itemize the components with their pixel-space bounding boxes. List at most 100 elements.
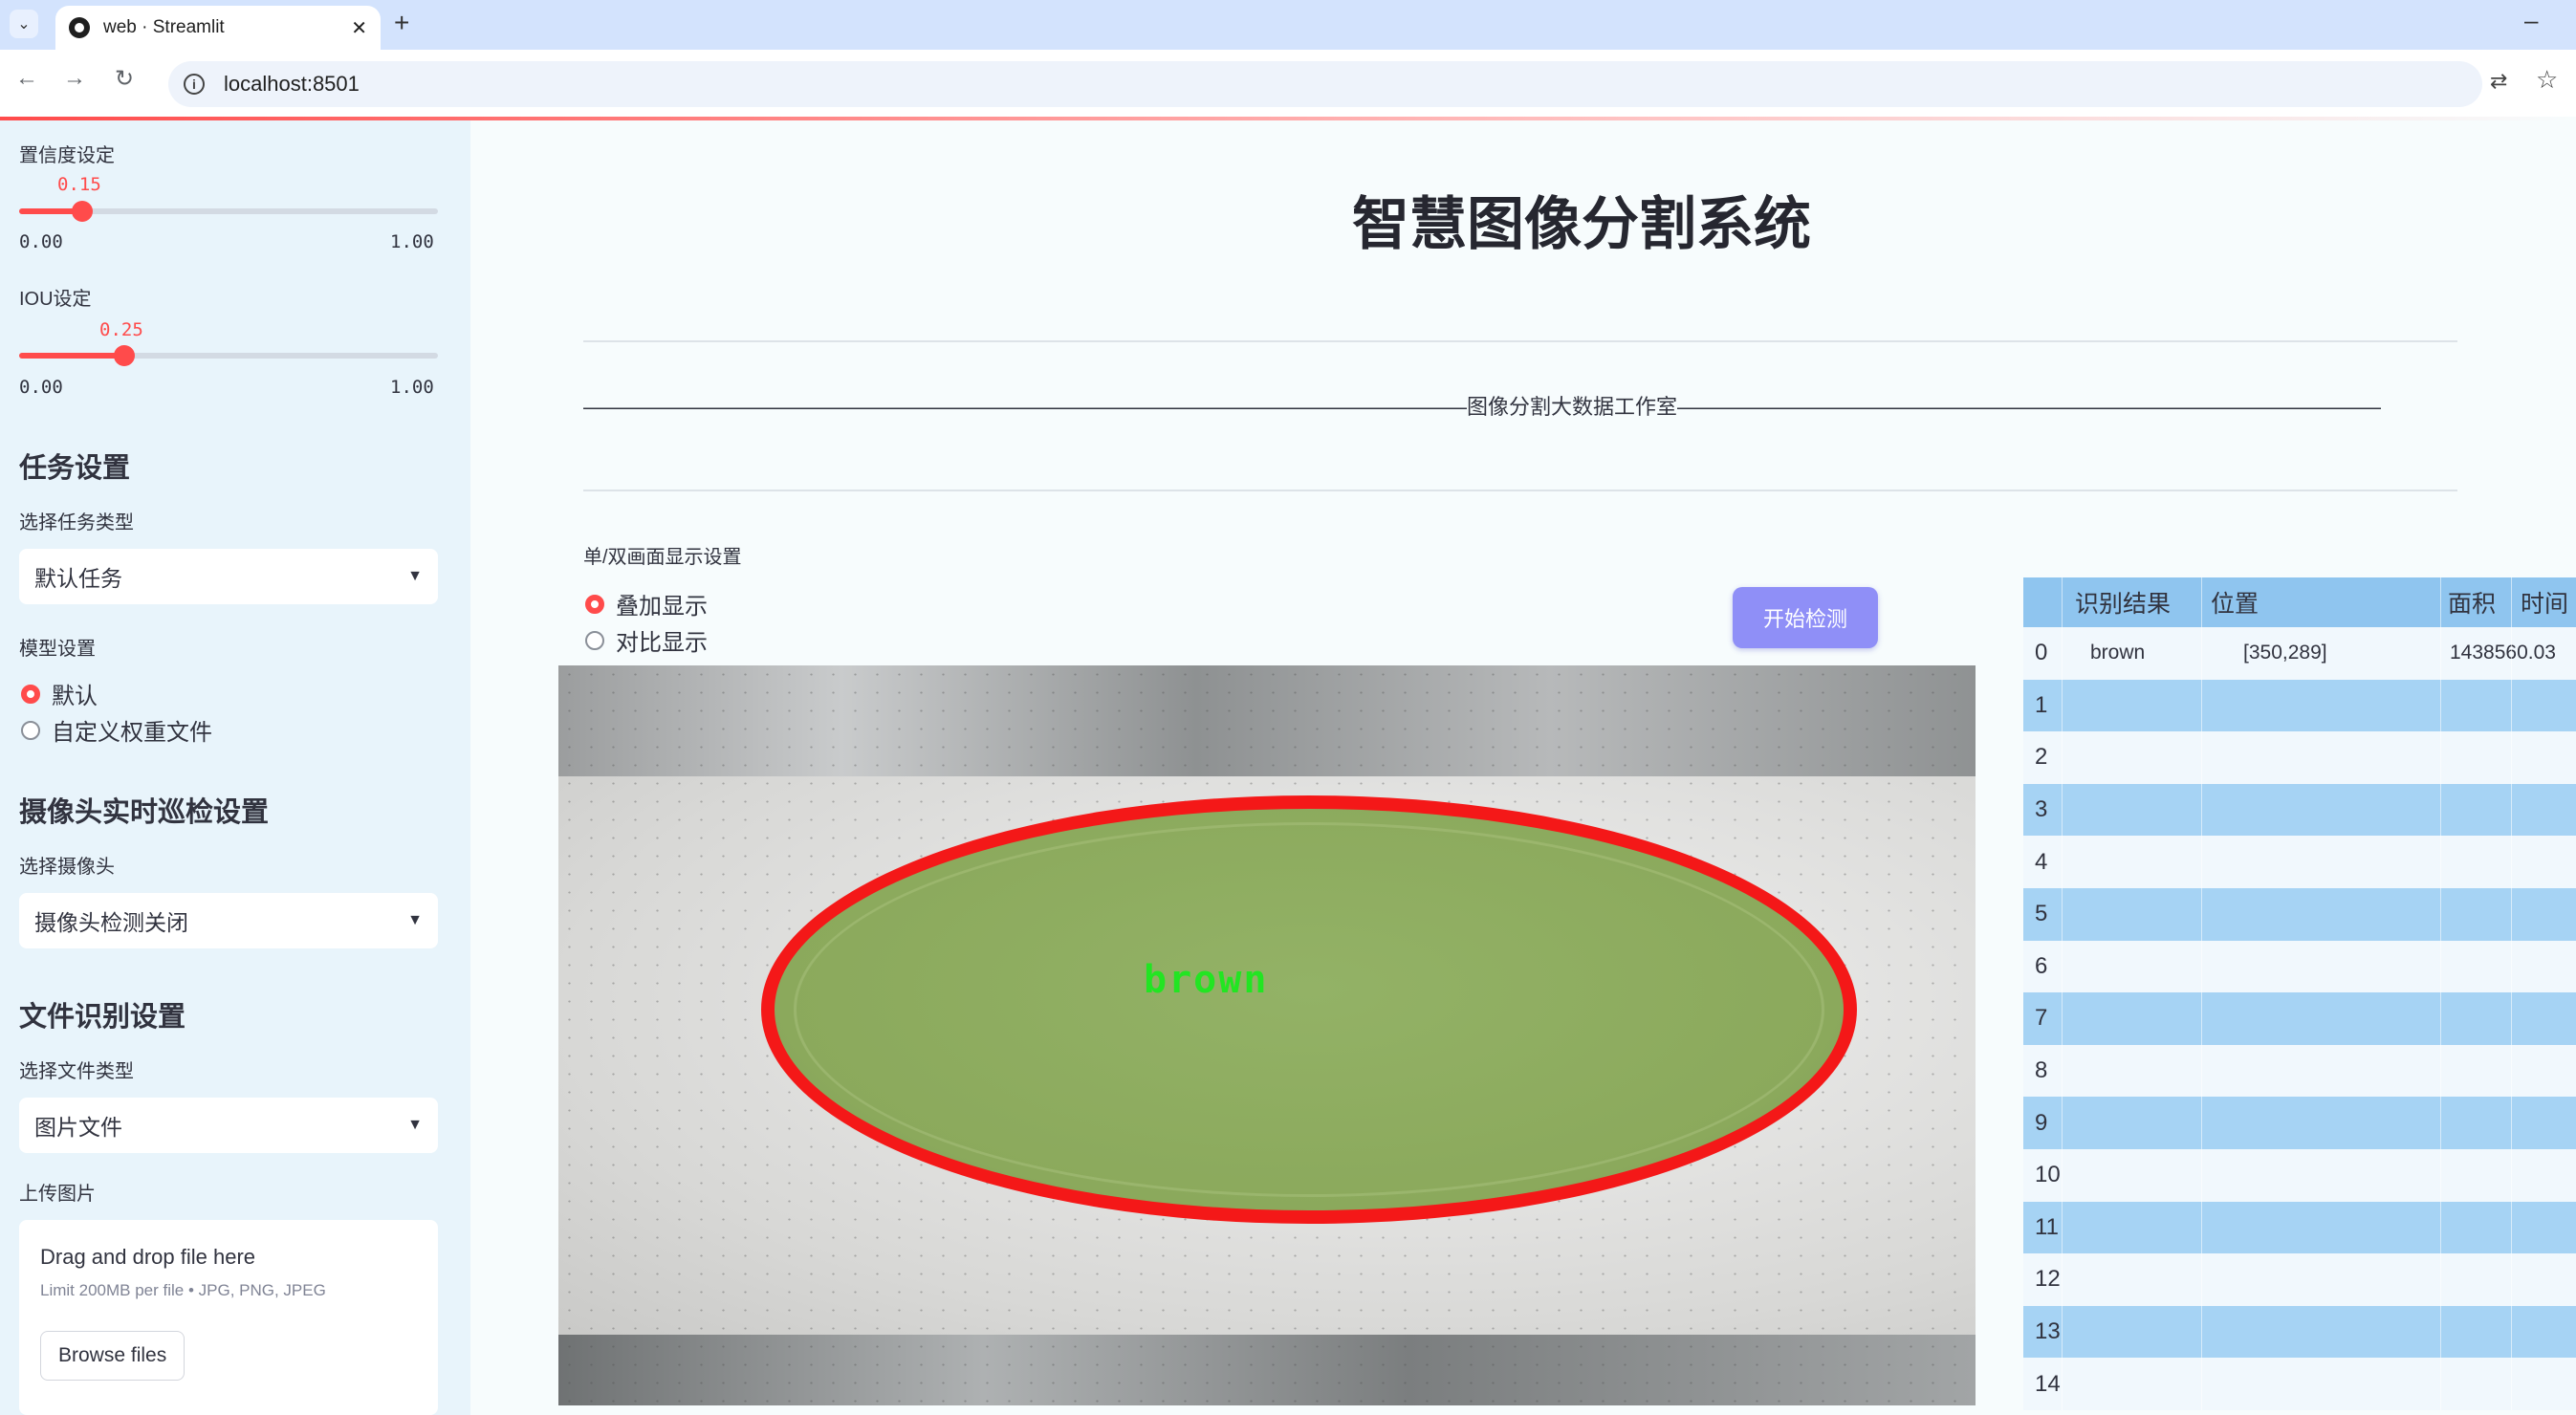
column-divider bbox=[2201, 1201, 2202, 1254]
column-divider bbox=[2511, 940, 2512, 993]
column-divider bbox=[2440, 887, 2441, 941]
iou-slider-thumb[interactable] bbox=[113, 345, 135, 366]
column-divider bbox=[2440, 1097, 2441, 1149]
table-cell-index: 4 bbox=[2035, 848, 2048, 875]
column-divider bbox=[2201, 887, 2202, 941]
detection-label: brown bbox=[1144, 958, 1269, 1002]
model-option-label: 默认 bbox=[52, 684, 98, 709]
table-cell-index: 2 bbox=[2035, 744, 2048, 771]
radio-selected-icon[interactable] bbox=[21, 684, 40, 704]
tab-search-chevron-icon[interactable]: ⌄ bbox=[10, 10, 38, 38]
confidence-slider-thumb[interactable] bbox=[71, 201, 93, 222]
table-cell-index: 13 bbox=[2035, 1318, 2061, 1345]
new-tab-plus-icon[interactable]: + bbox=[394, 8, 409, 38]
column-divider bbox=[2062, 887, 2063, 941]
browser-tab-bar: ⌄ web · Streamlit ✕ + – bbox=[0, 0, 2576, 50]
table-row[interactable]: 7 bbox=[2023, 992, 2576, 1045]
column-divider bbox=[2440, 1201, 2441, 1254]
table-row[interactable]: 0 brown [350,289] 1438560.03 bbox=[2023, 627, 2576, 680]
column-divider bbox=[2062, 1253, 2063, 1306]
table-cell-index: 10 bbox=[2035, 1162, 2061, 1188]
table-cell-index: 3 bbox=[2035, 796, 2048, 823]
table-row[interactable]: 3 bbox=[2023, 783, 2576, 837]
column-header-position[interactable]: 位置 bbox=[2211, 577, 2259, 627]
radio-selected-icon[interactable] bbox=[585, 594, 604, 614]
table-row[interactable]: 2 bbox=[2023, 731, 2576, 784]
table-body: 0 brown [350,289] 1438560.03 1 2 3 4 5 6 7 8 9 10 11 12… bbox=[2023, 627, 2576, 1410]
reload-icon[interactable]: ↻ bbox=[115, 65, 134, 93]
results-table[interactable]: 识别结果 位置 面积 时间 0 brown [350,289] 1438560.03 1… bbox=[2023, 577, 2576, 1410]
table-row[interactable]: 4 bbox=[2023, 836, 2576, 888]
display-option-compare[interactable]: 对比显示 bbox=[585, 623, 708, 657]
column-divider bbox=[2511, 627, 2512, 680]
browser-tab[interactable]: web · Streamlit ✕ bbox=[55, 6, 381, 50]
column-divider bbox=[2511, 731, 2512, 784]
column-divider bbox=[2062, 1201, 2063, 1254]
column-divider bbox=[2511, 1097, 2512, 1149]
display-option-label: 叠加显示 bbox=[616, 594, 708, 620]
browse-files-button[interactable]: Browse files bbox=[40, 1331, 186, 1381]
translate-icon[interactable]: ⇄ bbox=[2490, 69, 2507, 94]
column-header-area[interactable]: 面积 bbox=[2448, 577, 2496, 627]
table-row[interactable]: 5 bbox=[2023, 887, 2576, 941]
confidence-value: 0.15 bbox=[57, 174, 101, 195]
model-option-default[interactable]: 默认 bbox=[21, 677, 98, 710]
column-divider bbox=[2062, 836, 2063, 888]
column-divider bbox=[2201, 1305, 2202, 1359]
back-arrow-icon[interactable]: ← bbox=[15, 65, 38, 92]
table-row[interactable]: 10 bbox=[2023, 1148, 2576, 1202]
display-option-label: 对比显示 bbox=[616, 630, 708, 656]
table-row[interactable]: 13 bbox=[2023, 1305, 2576, 1359]
confidence-slider[interactable] bbox=[19, 201, 438, 222]
site-info-icon[interactable]: i bbox=[184, 74, 205, 95]
url-text: localhost:8501 bbox=[224, 72, 360, 96]
table-cell-index: 9 bbox=[2035, 1109, 2048, 1136]
table-row[interactable]: 6 bbox=[2023, 940, 2576, 993]
column-divider bbox=[2201, 577, 2202, 627]
table-row[interactable]: 14 bbox=[2023, 1358, 2576, 1410]
camera-heading: 摄像头实时巡检设置 bbox=[19, 797, 270, 828]
table-row[interactable]: 12 bbox=[2023, 1253, 2576, 1306]
task-type-select[interactable]: 默认任务 ▼ bbox=[19, 549, 438, 604]
column-divider bbox=[2511, 887, 2512, 941]
model-option-custom[interactable]: 自定义权重文件 bbox=[21, 713, 212, 747]
start-detection-button[interactable]: 开始检测 bbox=[1733, 587, 1878, 648]
column-divider bbox=[2440, 940, 2441, 993]
confidence-label: 置信度设定 bbox=[19, 145, 115, 166]
window-minimize-icon[interactable]: – bbox=[2524, 6, 2538, 35]
column-divider bbox=[2440, 1044, 2441, 1098]
table-cell-area: 1438560.03 bbox=[2450, 642, 2556, 664]
bookmark-star-icon[interactable]: ☆ bbox=[2536, 65, 2558, 95]
task-heading: 任务设置 bbox=[19, 453, 131, 484]
table-row[interactable]: 1 bbox=[2023, 679, 2576, 732]
table-cell-index: 8 bbox=[2035, 1057, 2048, 1084]
file-dropzone[interactable]: Drag and drop file here Limit 200MB per … bbox=[19, 1220, 438, 1415]
display-mode-label: 单/双画面显示设置 bbox=[583, 547, 742, 568]
forward-arrow-icon[interactable]: → bbox=[63, 65, 86, 92]
address-bar: ← → ↻ i localhost:8501 ⇄ ☆ bbox=[0, 50, 2576, 119]
upload-label: 上传图片 bbox=[19, 1184, 96, 1205]
iou-slider-fill bbox=[19, 353, 124, 359]
column-divider bbox=[2201, 1148, 2202, 1202]
camera-select[interactable]: 摄像头检测关闭 ▼ bbox=[19, 893, 438, 948]
iou-slider[interactable] bbox=[19, 345, 438, 366]
table-row[interactable]: 11 bbox=[2023, 1201, 2576, 1254]
table-row[interactable]: 8 bbox=[2023, 1044, 2576, 1098]
iou-label: IOU设定 bbox=[19, 289, 92, 310]
segmentation-result-image: brown bbox=[558, 665, 1976, 1405]
column-divider bbox=[2201, 1358, 2202, 1410]
radio-unselected-icon[interactable] bbox=[21, 720, 40, 740]
display-option-overlay[interactable]: 叠加显示 bbox=[585, 587, 708, 620]
column-divider bbox=[2440, 1305, 2441, 1359]
radio-unselected-icon[interactable] bbox=[585, 630, 604, 650]
table-row[interactable]: 9 bbox=[2023, 1097, 2576, 1149]
file-type-select[interactable]: 图片文件 ▼ bbox=[19, 1098, 438, 1153]
column-header-result[interactable]: 识别结果 bbox=[2075, 577, 2171, 627]
column-divider bbox=[2062, 1097, 2063, 1149]
column-divider bbox=[2201, 679, 2202, 732]
column-header-time[interactable]: 时间 bbox=[2521, 577, 2568, 627]
iou-min: 0.00 bbox=[19, 377, 63, 398]
url-omnibox[interactable]: i localhost:8501 bbox=[168, 61, 2482, 107]
column-divider bbox=[2201, 627, 2202, 680]
tab-close-icon[interactable]: ✕ bbox=[351, 16, 367, 40]
